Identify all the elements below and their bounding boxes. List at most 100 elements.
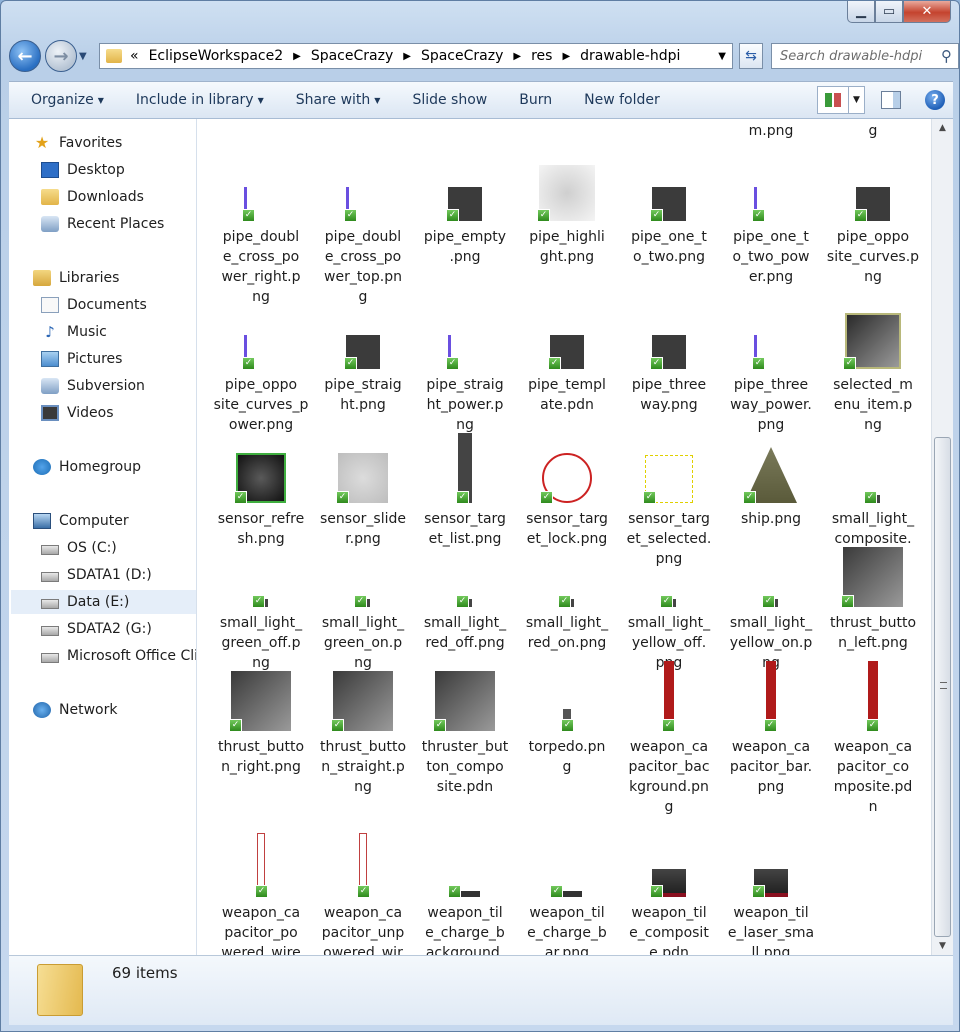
file-item[interactable]: ✓ thrust_butto n_straight.p ng	[314, 665, 412, 795]
sidebar-network[interactable]: Network	[33, 698, 117, 722]
sidebar-item-recent-places[interactable]: Recent Places	[41, 212, 164, 236]
view-grid-icon	[825, 93, 841, 107]
file-item[interactable]: ✓ pipe_highli ght.png	[518, 165, 616, 301]
file-item[interactable]: ✓ pipe_one_t o_two.png	[620, 171, 718, 301]
share-with-button[interactable]: Share with ▼	[286, 92, 391, 108]
sidebar-label: Data (E:)	[67, 594, 130, 610]
scroll-down-icon[interactable]: ▼	[932, 937, 953, 955]
file-item[interactable]: ✓ pipe_one_t o_two_pow er.png	[722, 171, 820, 301]
file-item[interactable]: ✓ sensor_slide r.png	[314, 437, 412, 567]
preview-pane-icon[interactable]	[881, 91, 901, 109]
file-item[interactable]: ✓ pipe_three way_power. png	[722, 319, 820, 449]
address-bar[interactable]: « EclipseWorkspace2 ▶ SpaceCrazy ▶ SpaceCr…	[99, 43, 733, 69]
maximize-button[interactable]: ▭	[875, 1, 903, 23]
file-item[interactable]: ✓ ship.png	[722, 437, 820, 567]
sidebar-computer[interactable]: Computer	[33, 509, 129, 533]
sidebar-item-pictures[interactable]: Pictures	[41, 347, 122, 371]
file-item[interactable]: ✓ pipe_straig ht_power.p ng	[416, 319, 514, 449]
sidebar-item-drive-d[interactable]: SDATA1 (D:)	[41, 563, 152, 587]
file-item[interactable]: ✓ weapon_til e_charge_b ackground. png	[416, 813, 514, 955]
file-item[interactable]: ✓ weapon_ca pacitor_co mposite.pd n	[824, 661, 922, 815]
back-button[interactable]: ←	[9, 40, 41, 72]
refresh-button[interactable]: ⇆	[739, 43, 763, 69]
search-input[interactable]	[772, 44, 922, 68]
sidebar-item-desktop[interactable]: Desktop	[41, 158, 125, 182]
breadcrumb-separator-icon[interactable]: ▶	[293, 51, 301, 62]
file-item[interactable]: ✓ weapon_til e_laser_sma ll.png	[722, 813, 820, 955]
file-item[interactable]: ✓ weapon_ca pacitor_po wered_wire s.png	[212, 813, 310, 955]
file-item[interactable]: ✓ pipe_straig ht.png	[314, 319, 412, 449]
scroll-up-icon[interactable]: ▲	[932, 119, 953, 137]
minimize-button[interactable]: ▁	[847, 1, 875, 23]
breadcrumb-item[interactable]: drawable-hdpi	[580, 48, 680, 64]
breadcrumb-item[interactable]: SpaceCrazy	[311, 48, 393, 64]
file-item[interactable]: ✓ weapon_ca pacitor_bac kground.pn g	[620, 661, 718, 815]
file-item[interactable]: ✓ sensor_refre sh.png	[212, 437, 310, 567]
new-folder-button[interactable]: New folder	[574, 92, 670, 108]
scroll-thumb[interactable]	[934, 437, 951, 937]
burn-button[interactable]: Burn	[509, 92, 562, 108]
file-item[interactable]: ✓ weapon_ca pacitor_bar. png	[722, 661, 820, 795]
file-item[interactable]: ✓ sensor_targ et_lock.png	[518, 437, 616, 567]
breadcrumb-item[interactable]: res	[531, 48, 552, 64]
chevron-down-icon: ▼	[97, 95, 104, 105]
recent-pages-dropdown[interactable]: ▼	[79, 51, 87, 62]
file-item[interactable]: ✓ pipe_oppo site_curves_p ower.png	[212, 319, 310, 449]
breadcrumb-separator-icon[interactable]: ▶	[403, 51, 411, 62]
view-options-dropdown[interactable]: ▼	[849, 86, 865, 114]
sidebar-label: Desktop	[67, 162, 125, 178]
sidebar-item-music[interactable]: ♪ Music	[41, 320, 107, 344]
search-icon[interactable]: ⚲	[941, 47, 952, 65]
file-item[interactable]: ✓ thruster_but ton_compo site.pdn	[416, 665, 514, 795]
change-view-button[interactable]	[817, 86, 849, 114]
file-item[interactable]: ✓ pipe_templ ate.pdn	[518, 319, 616, 449]
include-in-library-button[interactable]: Include in library ▼	[126, 92, 274, 108]
sync-check-icon: ✓	[242, 209, 255, 222]
sidebar-item-subversion[interactable]: Subversion	[41, 374, 145, 398]
breadcrumb-separator-icon[interactable]: ▶	[562, 51, 570, 62]
file-item[interactable]: ✓ weapon_til e_composit e.pdn	[620, 813, 718, 955]
file-item[interactable]: ✓ pipe_doubl e_cross_po wer_top.pn g	[314, 171, 412, 305]
file-item[interactable]: ✓ sensor_targ et_list.png	[416, 433, 514, 567]
breadcrumb-item[interactable]: EclipseWorkspace2	[149, 48, 284, 64]
close-button[interactable]: ✕	[903, 1, 951, 23]
file-item[interactable]: ✓ selected_m enu_item.p ng	[824, 313, 922, 449]
forward-button[interactable]: →	[45, 40, 77, 72]
sidebar-libraries[interactable]: Libraries	[33, 266, 119, 290]
sidebar-item-documents[interactable]: Documents	[41, 293, 147, 317]
sidebar-favorites[interactable]: ★ Favorites	[33, 131, 122, 155]
file-item[interactable]: ✓ pipe_empty .png	[416, 171, 514, 301]
breadcrumb-separator-icon[interactable]: ▶	[513, 51, 521, 62]
slide-show-button[interactable]: Slide show	[402, 92, 497, 108]
file-item[interactable]: ✓ weapon_til e_charge_b ar.png	[518, 813, 616, 955]
sidebar-homegroup[interactable]: Homegroup	[33, 455, 141, 479]
pictures-icon	[41, 351, 59, 367]
sidebar-label: SDATA1 (D:)	[67, 567, 152, 583]
file-item[interactable]: ✓ torpedo.pn g	[518, 665, 616, 795]
search-box[interactable]: ⚲	[771, 43, 959, 69]
sidebar-item-drive-g[interactable]: SDATA2 (G:)	[41, 617, 152, 641]
sidebar-item-downloads[interactable]: Downloads	[41, 185, 144, 209]
sidebar-item-office-drive[interactable]: Microsoft Office Cli	[41, 644, 196, 668]
navigation-bar: ← → ▼ « EclipseWorkspace2 ▶ SpaceCrazy ▶ S…	[9, 37, 959, 75]
file-item[interactable]: ✓ sensor_targ et_selected. png	[620, 437, 718, 567]
vertical-scrollbar[interactable]: ▲ ▼	[931, 119, 953, 955]
file-name: sensor_targ et_lock.png	[526, 511, 608, 547]
breadcrumb-overflow[interactable]: «	[130, 48, 139, 64]
organize-button[interactable]: Organize ▼	[21, 92, 114, 108]
sidebar-item-videos[interactable]: Videos	[41, 401, 114, 425]
sidebar-item-drive-c[interactable]: OS (C:)	[41, 536, 117, 560]
recent-places-icon	[41, 216, 59, 232]
sidebar-item-drive-e[interactable]: Data (E:)	[11, 590, 196, 614]
file-name: sensor_slide r.png	[320, 511, 406, 547]
include-in-library-label: Include in library	[135, 92, 254, 108]
address-dropdown-icon[interactable]: ▼	[718, 51, 726, 62]
caption-buttons: ▁ ▭ ✕	[847, 1, 951, 23]
file-item[interactable]: ✓ pipe_oppo site_curves.p ng	[824, 171, 922, 301]
file-item[interactable]: ✓ weapon_ca pacitor_unp owered_wir es.png	[314, 813, 412, 955]
file-item[interactable]: ✓ pipe_doubl e_cross_po wer_right.p ng	[212, 171, 310, 305]
file-item[interactable]: ✓ thrust_butto n_right.png	[212, 665, 310, 795]
file-item[interactable]: ✓ pipe_three way.png	[620, 319, 718, 449]
help-icon[interactable]: ?	[925, 90, 945, 110]
breadcrumb-item[interactable]: SpaceCrazy	[421, 48, 503, 64]
